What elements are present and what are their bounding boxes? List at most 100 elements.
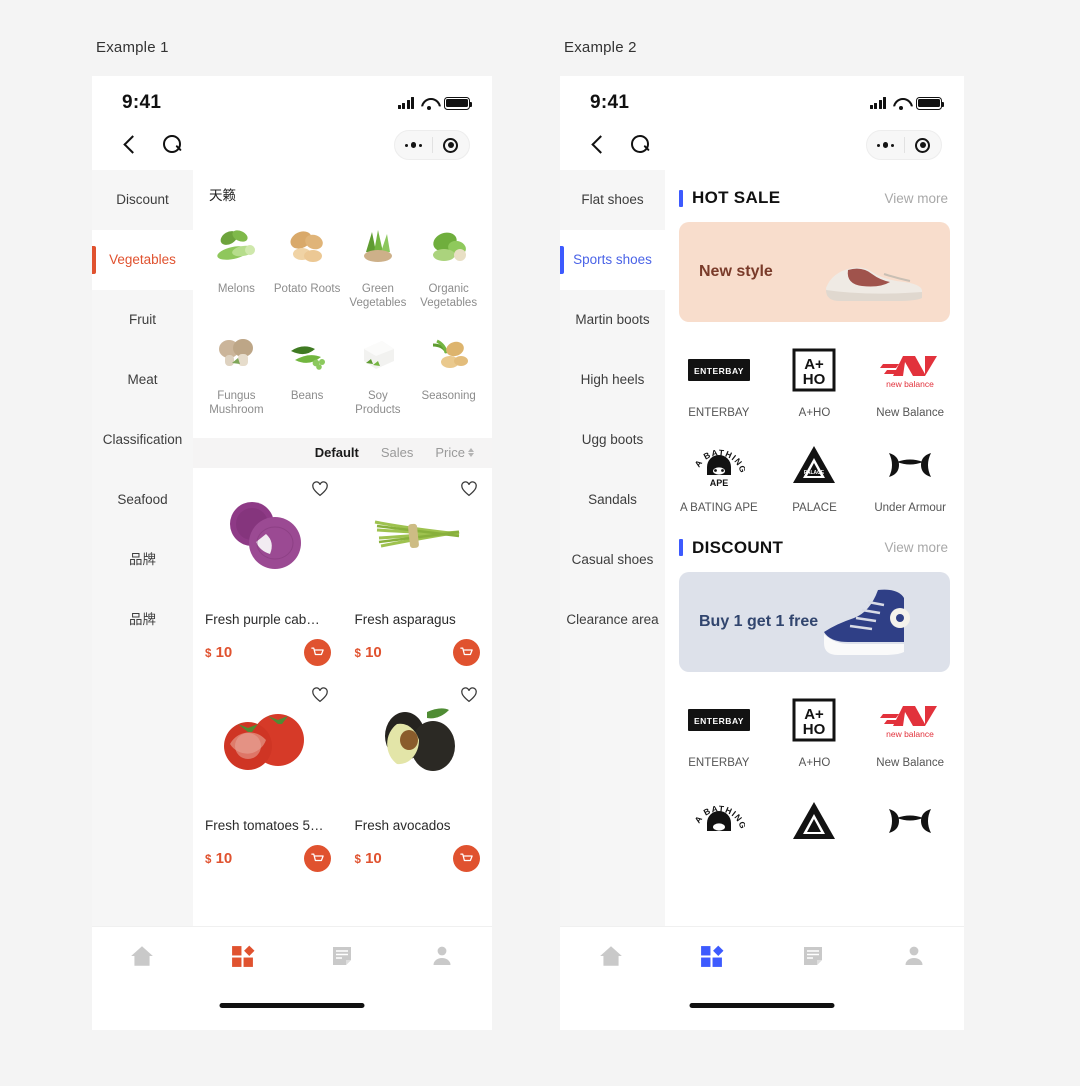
under-armour-logo (883, 441, 937, 489)
subcategory-item-potato-roots[interactable]: Potato Roots (272, 214, 343, 321)
favorite-heart-icon[interactable] (311, 480, 329, 498)
subcategory-item-melons[interactable]: Melons (201, 214, 272, 321)
phone-frame-1: 9:41 Discount Vegetables Fruit Meat Clas… (92, 76, 492, 1030)
new-balance-logo: new balance (877, 346, 943, 394)
product-card[interactable]: Fresh avocados $ 10 (343, 674, 493, 880)
subcategory-label: Seasoning (421, 389, 476, 402)
brand-item-a-plus-ho[interactable]: A+ HO A+HO (767, 682, 863, 777)
brand-item-under-armour[interactable] (862, 783, 958, 851)
brand-item-a-bathing-ape[interactable]: A BATHINGAPE A BATING APE (671, 427, 767, 522)
product-name: Fresh asparagus (354, 611, 456, 627)
brand-item-enterbay[interactable]: ENTERBAY ENTERBAY (671, 332, 767, 427)
under-armour-logo (883, 797, 937, 845)
sidebar-item-meat[interactable]: Meat (92, 350, 193, 410)
sidebar-item-label: Vegetables (109, 251, 176, 267)
tab-category[interactable] (192, 944, 292, 969)
sort-option-default[interactable]: Default (315, 445, 359, 460)
tab-category[interactable] (661, 944, 762, 969)
subcategory-item-beans[interactable]: Beans (272, 321, 343, 428)
subcategory-label: Beans (290, 389, 324, 402)
favorite-heart-icon[interactable] (311, 686, 329, 704)
sidebar-item-brand-1[interactable]: 品牌 (92, 530, 193, 590)
close-miniprogram-button[interactable] (432, 137, 469, 153)
brand-item-enterbay[interactable]: ENTERBAY ENTERBAY (671, 682, 767, 777)
sidebar-item-martin-boots[interactable]: Martin boots (560, 290, 665, 350)
add-to-cart-button[interactable] (303, 638, 331, 666)
brand-item-new-balance[interactable]: new balance New Balance (862, 332, 958, 427)
sidebar-item-discount[interactable]: Discount (92, 170, 193, 230)
favorite-heart-icon[interactable] (460, 480, 478, 498)
svg-text:HO: HO (803, 371, 826, 388)
promo-banner-hot-sale[interactable]: New style (679, 222, 950, 322)
brand-grid-hot-sale: ENTERBAY ENTERBAY A+ HO A+HO new balance… (665, 322, 964, 522)
tab-home[interactable] (560, 943, 661, 969)
product-card[interactable]: Fresh purple cab… $ 10 (193, 468, 343, 674)
subcategory-item-seasoning[interactable]: Seasoning (413, 321, 484, 428)
product-card[interactable]: Fresh asparagus $ 10 (343, 468, 493, 674)
sidebar-item-brand-2[interactable]: 品牌 (92, 590, 193, 650)
add-to-cart-button[interactable] (453, 638, 480, 666)
sidebar-item-casual-shoes[interactable]: Casual shoes (560, 530, 665, 590)
subcategory-item-organic-vegetables[interactable]: Organic Vegetables (413, 214, 484, 321)
more-menu-button[interactable] (395, 142, 432, 148)
back-icon[interactable] (590, 137, 606, 153)
subcategory-item-soy-products[interactable]: Soy Products (343, 321, 414, 428)
sort-option-sales[interactable]: Sales (381, 445, 414, 460)
brand-item-palace[interactable]: PALACE PALACE (767, 427, 863, 522)
sidebar-item-ugg-boots[interactable]: Ugg boots (560, 410, 665, 470)
view-more-link[interactable]: View more (884, 540, 948, 555)
miniprogram-capsule (394, 130, 470, 160)
status-bar: 9:41 (560, 76, 964, 120)
sidebar-item-vegetables[interactable]: Vegetables (92, 230, 193, 290)
brand-item-a-bathing-ape[interactable]: A BATHING (671, 783, 767, 851)
brand-item-new-balance[interactable]: new balance New Balance (862, 682, 958, 777)
tab-profile[interactable] (392, 944, 492, 968)
tab-orders[interactable] (292, 944, 392, 968)
section-accent-bar (679, 189, 683, 207)
sidebar-item-fruit[interactable]: Fruit (92, 290, 193, 350)
close-miniprogram-button[interactable] (904, 137, 941, 153)
sidebar-item-flat-shoes[interactable]: Flat shoes (560, 170, 665, 230)
back-icon[interactable] (122, 137, 138, 153)
brand-item-under-armour[interactable]: Under Armour (862, 427, 958, 522)
brand-item-a-plus-ho[interactable]: A+ HO A+HO (767, 332, 863, 427)
tab-orders[interactable] (762, 944, 863, 968)
target-circle-icon (443, 137, 459, 153)
price-value: 10 (215, 849, 233, 867)
sort-option-price[interactable]: Price (435, 445, 474, 460)
sidebar-item-classification[interactable]: Classification (92, 410, 193, 470)
svg-text:ENTERBAY: ENTERBAY (694, 366, 744, 376)
battery-icon (444, 96, 473, 110)
add-to-cart-button[interactable] (453, 844, 480, 872)
svg-text:new balance: new balance (886, 729, 934, 739)
more-menu-button[interactable] (867, 142, 904, 148)
add-to-cart-button[interactable] (303, 844, 331, 872)
search-icon[interactable] (163, 135, 183, 155)
favorite-heart-icon[interactable] (460, 686, 478, 704)
purple-cabbage-image (229, 501, 301, 569)
view-more-link[interactable]: View more (884, 191, 948, 206)
price-value: 10 (365, 643, 382, 661)
promo-banner-discount[interactable]: Buy 1 get 1 free (679, 571, 950, 672)
sidebar-item-sandals[interactable]: Sandals (560, 470, 665, 530)
tab-profile[interactable] (863, 944, 964, 968)
sidebar-item-clearance-area[interactable]: Clearance area (560, 590, 665, 650)
subcategory-item-fungus-mushroom[interactable]: Fungus Mushroom (201, 321, 272, 428)
home-indicator (689, 1003, 835, 1008)
product-footer: $ 10 (355, 844, 480, 872)
nav-bar (560, 120, 964, 170)
banner-text: Buy 1 get 1 free (699, 612, 819, 630)
sidebar-item-label: 品牌 (129, 551, 156, 567)
currency-symbol: $ (205, 647, 212, 660)
sidebar-item-sports-shoes[interactable]: Sports shoes (560, 230, 665, 290)
orders-document-icon (803, 947, 822, 965)
sidebar-item-seafood[interactable]: Seafood (92, 470, 193, 530)
search-icon[interactable] (631, 135, 651, 155)
subcategory-item-green-vegetables[interactable]: Green Vegetables (343, 214, 414, 321)
product-card[interactable]: Fresh tomatoes 5… $ 10 (193, 674, 343, 880)
sidebar-item-high-heels[interactable]: High heels (560, 350, 665, 410)
nav-bar (92, 120, 492, 170)
brand-item-palace[interactable] (767, 783, 863, 851)
sidebar-item-label: Ugg boots (581, 431, 644, 447)
tab-home[interactable] (92, 943, 192, 969)
